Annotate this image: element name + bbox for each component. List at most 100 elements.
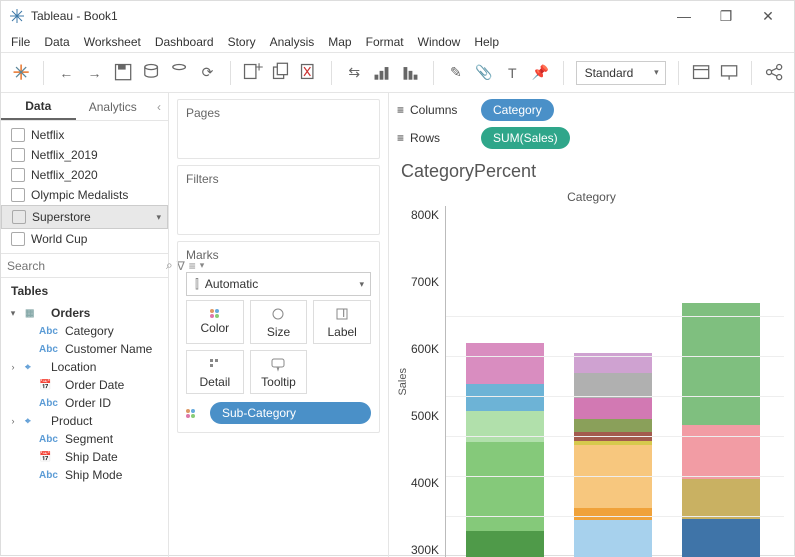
bar-segment[interactable] <box>574 419 652 432</box>
totals-button[interactable]: T <box>502 62 522 84</box>
columns-shelf[interactable]: ≡Columns Category <box>397 99 786 121</box>
pill-sub-category[interactable]: Sub-Category <box>210 402 371 424</box>
y-tick: 300K <box>411 543 439 557</box>
size-button[interactable]: Size <box>250 300 308 344</box>
bar-technology[interactable] <box>682 303 760 557</box>
plot-area[interactable] <box>445 206 784 557</box>
window-close-button[interactable]: ✕ <box>750 2 786 30</box>
menu-map[interactable]: Map <box>328 35 351 49</box>
menu-dashboard[interactable]: Dashboard <box>155 35 214 49</box>
axis-column-header: Category <box>389 188 794 206</box>
bar-segment[interactable] <box>466 384 544 412</box>
presentation-button[interactable] <box>719 62 739 84</box>
table-row[interactable]: ▾▦Orders <box>7 304 162 322</box>
new-datasource-button[interactable] <box>141 62 161 84</box>
collapse-pane-icon[interactable]: ‹ <box>150 93 168 120</box>
group-button[interactable]: 📎 <box>474 62 494 84</box>
pill-sum-sales[interactable]: SUM(Sales) <box>481 127 570 149</box>
swap-button[interactable]: ⇆ <box>344 62 364 84</box>
sheet-title[interactable]: CategoryPercent <box>389 155 794 188</box>
tableau-logo-icon[interactable] <box>11 62 31 84</box>
bar-segment[interactable] <box>574 398 652 420</box>
datasource-icon <box>11 148 25 162</box>
menu-file[interactable]: File <box>11 35 30 49</box>
window-title: Tableau - Book1 <box>31 9 118 23</box>
clear-button[interactable] <box>299 62 319 84</box>
bar-segment[interactable] <box>682 425 760 480</box>
color-pill-row[interactable]: Sub-Category <box>186 402 371 424</box>
tab-analytics[interactable]: Analytics <box>76 93 151 120</box>
bar-segment[interactable] <box>466 531 544 557</box>
forward-button[interactable]: → <box>84 62 104 84</box>
bar-segment[interactable] <box>574 508 652 519</box>
field-item[interactable]: AbcSegment <box>7 430 162 448</box>
detail-button[interactable]: Detail <box>186 350 244 394</box>
field-item[interactable]: 📅Order Date <box>7 376 162 394</box>
back-button[interactable]: ← <box>56 62 76 84</box>
viz-area: ≡Columns Category ≡Rows SUM(Sales) Categ… <box>389 93 794 557</box>
bar-segment[interactable] <box>466 411 544 442</box>
show-cards-button[interactable] <box>691 62 711 84</box>
svg-text:T: T <box>340 306 348 320</box>
bar-segment[interactable] <box>682 479 760 519</box>
field-item[interactable]: ›⌖Location <box>7 358 162 376</box>
datasource-icon <box>11 188 25 202</box>
field-item[interactable]: 📅Ship Date <box>7 448 162 466</box>
bar-segment[interactable] <box>466 442 544 531</box>
tab-data[interactable]: Data <box>1 93 76 120</box>
chart: Sales 800K700K600K500K400K300K <box>389 206 794 557</box>
save-button[interactable] <box>113 62 133 84</box>
sort-asc-button[interactable] <box>372 62 392 84</box>
menu-help[interactable]: Help <box>474 35 499 49</box>
filters-shelf[interactable]: Filters <box>177 165 380 235</box>
mark-type-dropdown[interactable]: ⫿Automatic <box>186 272 371 296</box>
menu-worksheet[interactable]: Worksheet <box>84 35 141 49</box>
label-button[interactable]: TLabel <box>313 300 371 344</box>
field-item[interactable]: AbcShip Mode <box>7 466 162 484</box>
bar-segment[interactable] <box>466 343 544 384</box>
color-icon <box>186 409 204 418</box>
field-item[interactable]: AbcCategory <box>7 322 162 340</box>
menu-analysis[interactable]: Analysis <box>270 35 315 49</box>
rows-shelf[interactable]: ≡Rows SUM(Sales) <box>397 127 786 149</box>
menu-window[interactable]: Window <box>418 35 461 49</box>
highlight-button[interactable]: ✎ <box>446 62 466 84</box>
datasource-list: Netflix Netflix_2019 Netflix_2020 Olympi… <box>1 121 168 253</box>
datasource-item[interactable]: Netflix_2019 <box>1 145 168 165</box>
window-maximize-button[interactable]: ❐ <box>708 2 744 30</box>
pin-button[interactable]: 📌 <box>530 62 550 84</box>
window-minimize-button[interactable]: — <box>666 2 702 30</box>
pause-updates-button[interactable] <box>169 62 189 84</box>
menu-format[interactable]: Format <box>366 35 404 49</box>
datasource-item[interactable]: Netflix <box>1 125 168 145</box>
menu-story[interactable]: Story <box>228 35 256 49</box>
string-icon: Abc <box>39 470 59 481</box>
menu-data[interactable]: Data <box>44 35 69 49</box>
field-search-input[interactable] <box>7 259 162 273</box>
field-list: ▾▦Orders AbcCategory AbcCustomer Name ›⌖… <box>1 304 168 557</box>
sort-desc-button[interactable] <box>401 62 421 84</box>
color-button[interactable]: Color <box>186 300 244 344</box>
y-axis-label: Sales <box>395 368 411 396</box>
bar-segment[interactable] <box>682 303 760 425</box>
pill-category[interactable]: Category <box>481 99 554 121</box>
field-item[interactable]: AbcOrder ID <box>7 394 162 412</box>
fit-dropdown[interactable]: Standard <box>576 61 666 85</box>
refresh-button[interactable]: ⟳ <box>197 62 217 84</box>
bar-furniture[interactable] <box>466 343 544 557</box>
share-button[interactable] <box>764 62 784 84</box>
tooltip-button[interactable]: Tooltip <box>250 350 308 394</box>
field-item[interactable]: ›⌖Product <box>7 412 162 430</box>
bar-office-supplies[interactable] <box>574 353 652 557</box>
new-worksheet-button[interactable]: + <box>242 62 262 84</box>
field-item[interactable]: AbcCustomer Name <box>7 340 162 358</box>
duplicate-button[interactable] <box>271 62 291 84</box>
pages-shelf[interactable]: Pages <box>177 99 380 159</box>
datasource-item[interactable]: World Cup <box>1 229 168 249</box>
datasource-item[interactable]: Olympic Medalists <box>1 185 168 205</box>
bar-segment[interactable] <box>682 519 760 557</box>
datasource-item-selected[interactable]: Superstore <box>1 205 168 229</box>
datasource-item[interactable]: Netflix_2020 <box>1 165 168 185</box>
bar-segment[interactable] <box>574 373 652 397</box>
bar-segment[interactable] <box>574 520 652 557</box>
